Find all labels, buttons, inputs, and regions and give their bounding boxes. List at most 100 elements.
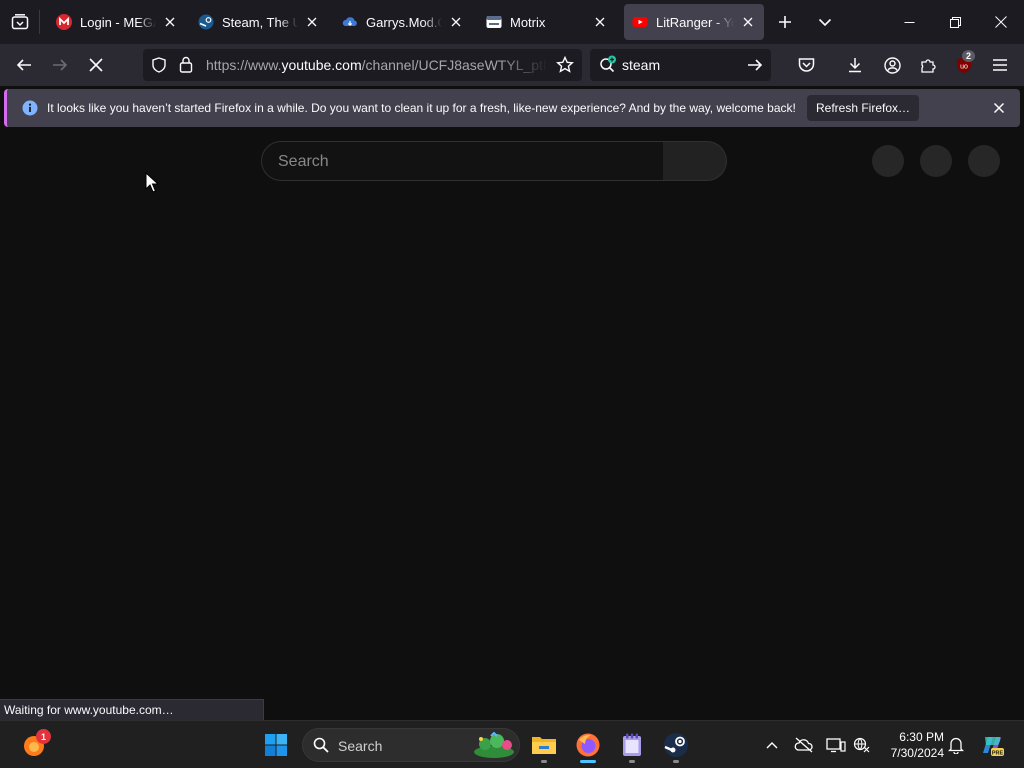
search-input[interactable]: steam (622, 57, 660, 73)
url-bar[interactable]: https://www.youtube.com/channel/UCFJ8ase… (143, 49, 582, 81)
stop-icon (89, 58, 103, 72)
close-tab-icon[interactable] (592, 14, 608, 30)
clock-date: 7/30/2024 (890, 746, 944, 760)
onedrive-tray-button[interactable] (790, 725, 818, 765)
info-icon (22, 100, 38, 121)
taskbar-steam[interactable] (656, 725, 696, 765)
arrow-right-icon (53, 59, 68, 71)
close-window-button[interactable] (978, 0, 1024, 44)
restore-icon (949, 16, 961, 28)
cloud-offline-icon (794, 737, 813, 753)
copilot-logo-icon: PRE (983, 737, 1004, 757)
url-path: /channel/UCFJ8aseWTYL_pthu (361, 57, 548, 73)
tab-garrys-mod[interactable]: Garrys.Mod.Game (334, 4, 472, 40)
tab-title: Login - MEGA (80, 14, 156, 30)
tab-overflow-button[interactable] (809, 6, 841, 38)
placeholder-circle-button[interactable] (968, 145, 1000, 177)
youtube-page-loading: Search Waiting for www.youtube.com… (0, 128, 1024, 720)
search-go-arrow-icon[interactable] (747, 57, 763, 78)
system-clock[interactable]: 6:30 PM 7/30/2024 (878, 729, 944, 761)
tab-title: Motrix (510, 14, 546, 30)
tab-title: Steam, The Ultimate (222, 14, 298, 30)
close-tab-icon[interactable] (740, 14, 756, 30)
windows-logo-icon (265, 734, 287, 756)
tracking-protection-shield-icon[interactable] (151, 57, 167, 78)
close-tab-icon[interactable] (448, 14, 464, 30)
close-tab-icon[interactable] (162, 14, 178, 30)
refresh-firefox-notification: It looks like you haven’t started Firefo… (4, 89, 1020, 127)
copilot-button[interactable]: PRE (972, 725, 1012, 765)
minimize-window-button[interactable] (886, 0, 932, 44)
forward-button[interactable] (44, 49, 76, 81)
network-tray-button[interactable] (848, 725, 876, 765)
list-all-tabs-button[interactable] (0, 0, 40, 44)
arrow-left-icon (16, 59, 31, 71)
taskbar-search-placeholder: Search (338, 738, 383, 754)
youtube-logo-icon (632, 14, 648, 30)
svg-text:uo: uo (960, 64, 968, 71)
mouse-cursor-icon (145, 172, 159, 193)
close-tab-icon[interactable] (304, 14, 320, 30)
steam-logo-icon (198, 14, 214, 30)
ublock-origin-button[interactable]: uo 2 (948, 49, 980, 81)
back-button[interactable] (8, 49, 40, 81)
download-icon (849, 58, 861, 73)
youtube-search-input[interactable]: Search (261, 141, 664, 181)
taskbar-firefox[interactable] (568, 725, 608, 765)
search-bar[interactable]: steam (590, 49, 771, 81)
chevron-up-icon (766, 742, 778, 749)
show-hidden-icons-button[interactable] (758, 725, 786, 765)
tab-steam[interactable]: Steam, The Ultimate (190, 4, 328, 40)
close-icon (995, 16, 1007, 28)
tab-title: LitRanger - YouTube (656, 14, 734, 30)
hamburger-menu-icon (993, 59, 1007, 71)
tab-motrix[interactable]: Motrix (478, 4, 616, 40)
display-tray-button[interactable] (822, 725, 850, 765)
clock-time: 6:30 PM (899, 730, 944, 744)
active-app-indicator (580, 760, 596, 763)
status-panel: Waiting for www.youtube.com… (0, 699, 264, 720)
pocket-icon (798, 58, 814, 72)
search-icon (313, 737, 329, 758)
taskbar-widget-button[interactable]: 1 (14, 725, 54, 765)
tab-litranger-youtube[interactable]: LitRanger - YouTube (624, 4, 764, 40)
app-menu-button[interactable] (984, 49, 1016, 81)
pocket-button[interactable] (790, 49, 822, 81)
placeholder-circle-button[interactable] (872, 145, 904, 177)
placeholder-circle-button[interactable] (920, 145, 952, 177)
restore-window-button[interactable] (932, 0, 978, 44)
url-text[interactable]: https://www.youtube.com/channel/UCFJ8ase… (206, 57, 548, 74)
youtube-search-button[interactable] (663, 141, 727, 181)
firefox-logo-icon (576, 733, 600, 757)
notification-center-button[interactable] (942, 725, 970, 765)
running-indicator (629, 760, 635, 763)
taskbar-notepad[interactable] (612, 725, 652, 765)
search-highlight-landscape-icon (471, 731, 517, 763)
notification-message: It looks like you haven’t started Firefo… (47, 101, 796, 115)
folder-icon (532, 737, 556, 754)
notification-count-badge: 1 (36, 729, 51, 744)
close-notification-icon[interactable] (993, 101, 1005, 119)
refresh-firefox-button[interactable]: Refresh Firefox… (807, 95, 919, 121)
tab-mega[interactable]: Login - MEGA (48, 4, 186, 40)
youtube-search-placeholder: Search (278, 153, 329, 170)
lock-icon[interactable] (179, 56, 193, 78)
minimize-icon (904, 21, 914, 23)
svg-text:PRE: PRE (992, 751, 1004, 757)
stop-loading-button[interactable] (80, 49, 112, 81)
plus-icon (779, 16, 791, 28)
url-domain: youtube.com (281, 57, 362, 73)
taskbar-file-explorer[interactable] (524, 725, 564, 765)
windows-taskbar: 1 Search 6:30 PM 7/30/2024 PRE (0, 720, 1024, 768)
running-indicator (673, 760, 679, 763)
start-button[interactable] (256, 725, 296, 765)
bookmark-star-icon[interactable] (556, 55, 574, 79)
puzzle-piece-icon (920, 58, 936, 73)
taskbar-search-box[interactable]: Search (302, 728, 520, 762)
new-tab-button[interactable] (769, 6, 801, 38)
downloads-button[interactable] (839, 49, 871, 81)
account-button[interactable] (876, 49, 908, 81)
extensions-button[interactable] (912, 49, 944, 81)
search-engine-icon[interactable] (599, 55, 619, 79)
tab-manager-icon (11, 14, 29, 30)
